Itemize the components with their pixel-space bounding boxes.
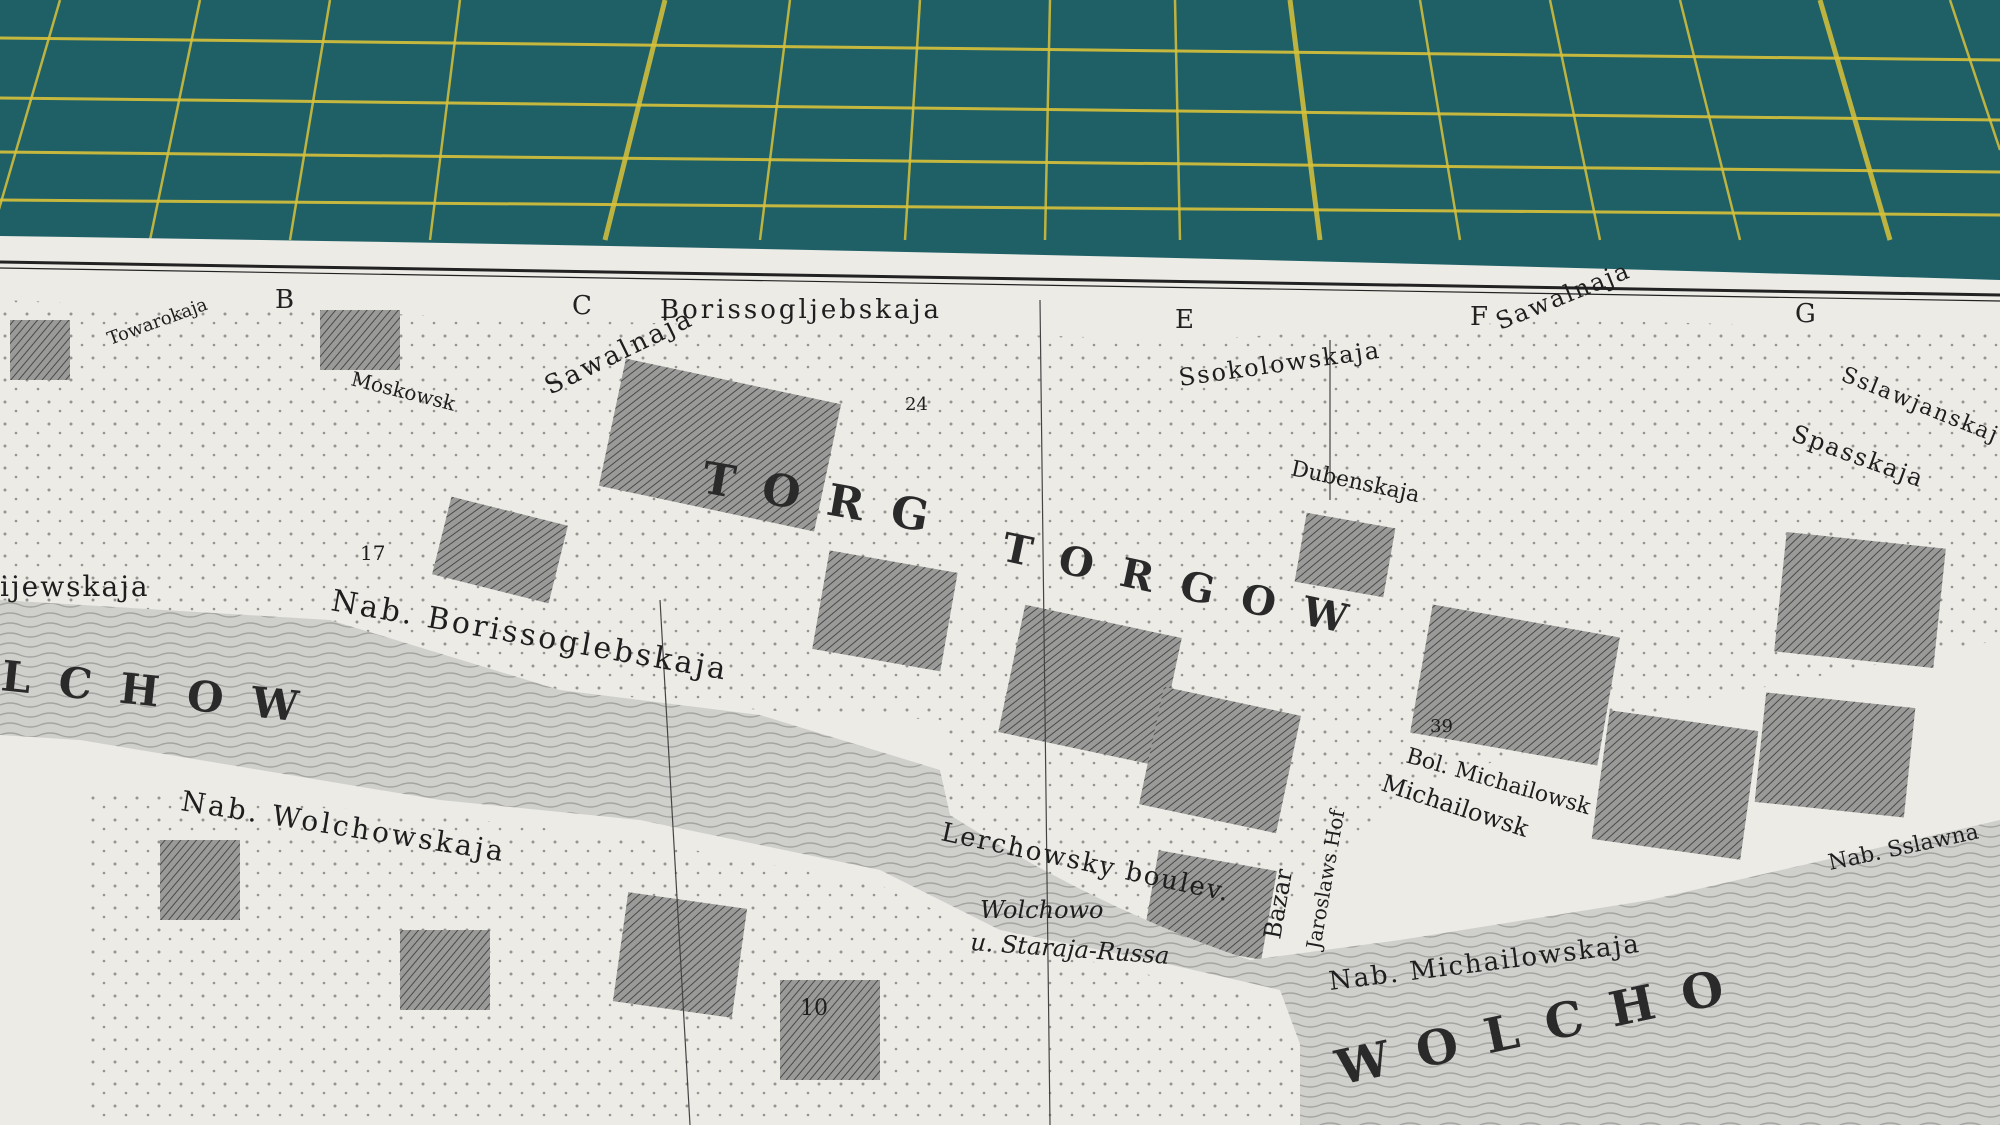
cutting-mat: [0, 0, 2000, 260]
column-letter-e: E: [1175, 305, 1194, 335]
number-10: 10: [800, 996, 828, 1021]
map-photograph: B C E F G Borissogljebskaja Ssokolowskaj…: [0, 0, 2000, 1125]
number-24: 24: [905, 394, 928, 415]
number-39: 39: [1430, 716, 1453, 737]
label-borissogljebskaja: Borissogljebskaja: [660, 295, 942, 325]
label-ijewskaja: ijewskaja: [0, 570, 150, 603]
column-letter-g: G: [1795, 299, 1816, 329]
number-17: 17: [360, 541, 385, 565]
column-letter-c: C: [572, 291, 592, 321]
label-wolchowo: Wolchowo: [980, 896, 1104, 924]
